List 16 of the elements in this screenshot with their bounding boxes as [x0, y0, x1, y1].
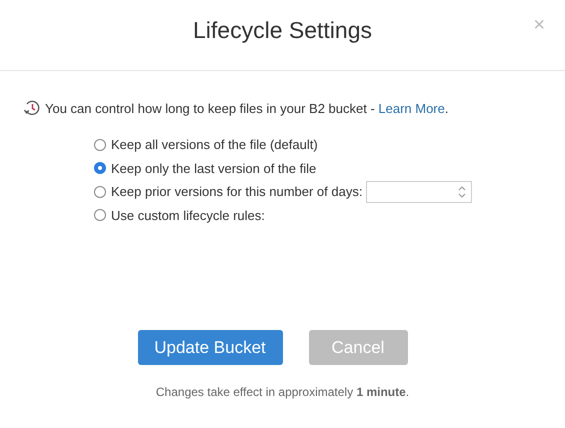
history-icon [23, 99, 41, 117]
option-label: Keep all versions of the file (default) [111, 137, 318, 152]
update-bucket-button[interactable]: Update Bucket [138, 330, 282, 365]
option-label: Use custom lifecycle rules: [111, 208, 265, 223]
spinner-icon [457, 184, 468, 199]
radio-button[interactable] [94, 162, 106, 174]
option-label: Keep prior versions for this number of days: [111, 184, 362, 200]
radio-button[interactable] [94, 209, 106, 222]
footer-note: Changes take effect in approximately 1 minute. [156, 385, 410, 399]
days-input-field[interactable] [366, 180, 472, 203]
radio-button[interactable] [94, 186, 106, 198]
radio-button[interactable] [94, 138, 106, 151]
dialog-title: Lifecycle Settings [193, 16, 372, 44]
option-label: Keep only the last version of the file [111, 160, 316, 176]
intro-text: You can control how long to keep files in your B2 bucket - Learn More. [45, 100, 448, 116]
learn-more-link[interactable]: Learn More [378, 100, 445, 116]
